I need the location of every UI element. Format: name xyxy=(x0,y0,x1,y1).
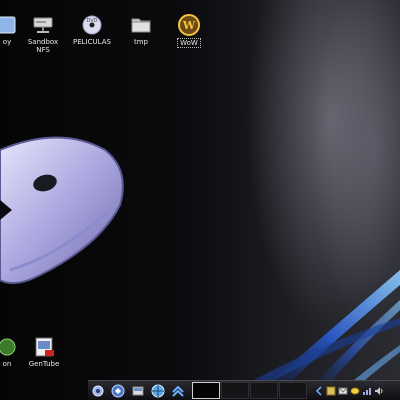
tray-arrow-icon[interactable] xyxy=(313,385,324,397)
network-drive-icon xyxy=(32,14,54,36)
web-browser-icon xyxy=(151,384,165,397)
wow-logo-icon: W xyxy=(178,14,200,36)
gentube-app-icon xyxy=(33,336,55,358)
pager-desktop-2[interactable] xyxy=(221,382,249,399)
klipper-icon[interactable] xyxy=(325,385,336,397)
gentoo-logo-wallpaper xyxy=(0,136,124,285)
launcher-settings[interactable] xyxy=(88,382,108,400)
pager-desktop-4[interactable] xyxy=(279,382,307,399)
application-icon xyxy=(0,336,18,358)
pager-desktop-1[interactable] xyxy=(192,382,220,399)
desktop-icon-sandbox-nfs[interactable]: Sandbox NFS xyxy=(16,14,70,54)
kde-panel xyxy=(88,380,400,400)
desktop-icon-label: PELICULAS xyxy=(73,38,111,46)
launcher-web-browser[interactable] xyxy=(148,382,168,400)
file-manager-icon xyxy=(132,386,144,395)
desktop-icon-label: GenTube xyxy=(28,360,60,368)
launcher-file-manager[interactable] xyxy=(128,382,148,400)
kde-menu-icon xyxy=(111,384,125,397)
desktop-icon-label: WoW xyxy=(177,38,201,48)
settings-gear-icon xyxy=(92,385,104,396)
mail-icon[interactable] xyxy=(337,385,348,397)
desktop-icon-gentube[interactable]: GenTube xyxy=(17,336,71,368)
launcher-kde-menu[interactable] xyxy=(108,382,128,400)
dvd-disc-icon: DVD xyxy=(81,14,103,36)
show-desktop-icon xyxy=(172,385,184,397)
launcher-show-desktop[interactable] xyxy=(168,382,188,400)
desktop-icon-wow[interactable]: W WoW xyxy=(162,14,216,48)
network-icon[interactable] xyxy=(361,385,372,397)
desktop-icon-label: tmp xyxy=(133,38,148,46)
desktop-icon-peliculas[interactable]: DVD PELICULAS xyxy=(65,14,119,46)
desktop-icon-tmp[interactable]: tmp xyxy=(114,14,168,46)
chat-icon[interactable] xyxy=(349,385,360,397)
folder-icon xyxy=(130,14,152,36)
desktop-icon-label: Sandbox NFS xyxy=(27,38,59,54)
svg-text:DVD: DVD xyxy=(86,18,97,24)
system-tray xyxy=(313,385,385,397)
pager-desktop-3[interactable] xyxy=(250,382,278,399)
volume-icon[interactable] xyxy=(373,385,384,397)
svg-text:W: W xyxy=(182,19,196,32)
